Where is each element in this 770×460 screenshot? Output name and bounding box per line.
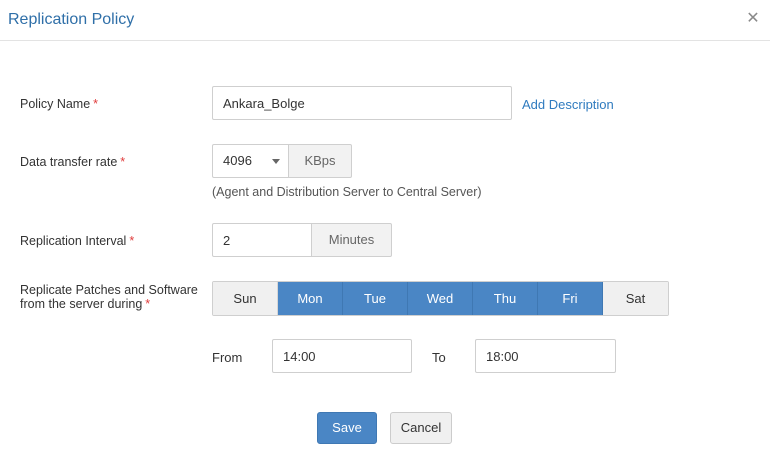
cancel-button[interactable]: Cancel [390,412,452,444]
schedule-label: Replicate Patches and Software from the … [20,283,198,311]
transfer-rate-note: (Agent and Distribution Server to Centra… [212,185,482,199]
transfer-rate-unit: KBps [289,144,352,178]
schedule-label-line2: from the server during [20,297,143,311]
day-sat-button[interactable]: Sat [603,282,668,315]
caret-down-icon [272,159,280,164]
day-thu-button[interactable]: Thu [473,282,538,315]
close-icon[interactable]: ✕ [744,10,762,28]
schedule-label-line2-wrap: from the server during * [20,297,198,311]
day-fri-button[interactable]: Fri [538,282,603,315]
required-mark: * [129,234,135,248]
required-mark: * [120,155,126,169]
transfer-rate-value: 4096 [223,153,252,168]
to-time-input[interactable] [475,339,616,373]
policy-name-input[interactable] [212,86,512,120]
transfer-rate-select[interactable]: 4096 [212,144,289,178]
save-button[interactable]: Save [317,412,377,444]
day-mon-button[interactable]: Mon [278,282,343,315]
day-selector: Sun Mon Tue Wed Thu Fri Sat [212,281,669,316]
interval-input[interactable] [212,223,312,257]
dialog-header: Replication Policy ✕ [0,0,770,41]
transfer-rate-label-text: Data transfer rate [20,155,118,169]
schedule-label-line1: Replicate Patches and Software [20,283,198,297]
transfer-rate-label: Data transfer rate * [20,155,125,169]
policy-name-label-text: Policy Name [20,97,91,111]
interval-label-text: Replication Interval [20,234,127,248]
policy-name-label: Policy Name * [20,97,98,111]
from-time-input[interactable] [272,339,412,373]
interval-label: Replication Interval * [20,234,134,248]
to-label: To [432,350,446,365]
interval-unit: Minutes [312,223,392,257]
required-mark: * [93,97,99,111]
day-wed-button[interactable]: Wed [408,282,473,315]
day-tue-button[interactable]: Tue [343,282,408,315]
day-sun-button[interactable]: Sun [213,282,278,315]
from-label: From [212,350,243,365]
required-mark: * [145,297,151,311]
dialog-title: Replication Policy [8,11,135,28]
add-description-link[interactable]: Add Description [522,97,614,112]
